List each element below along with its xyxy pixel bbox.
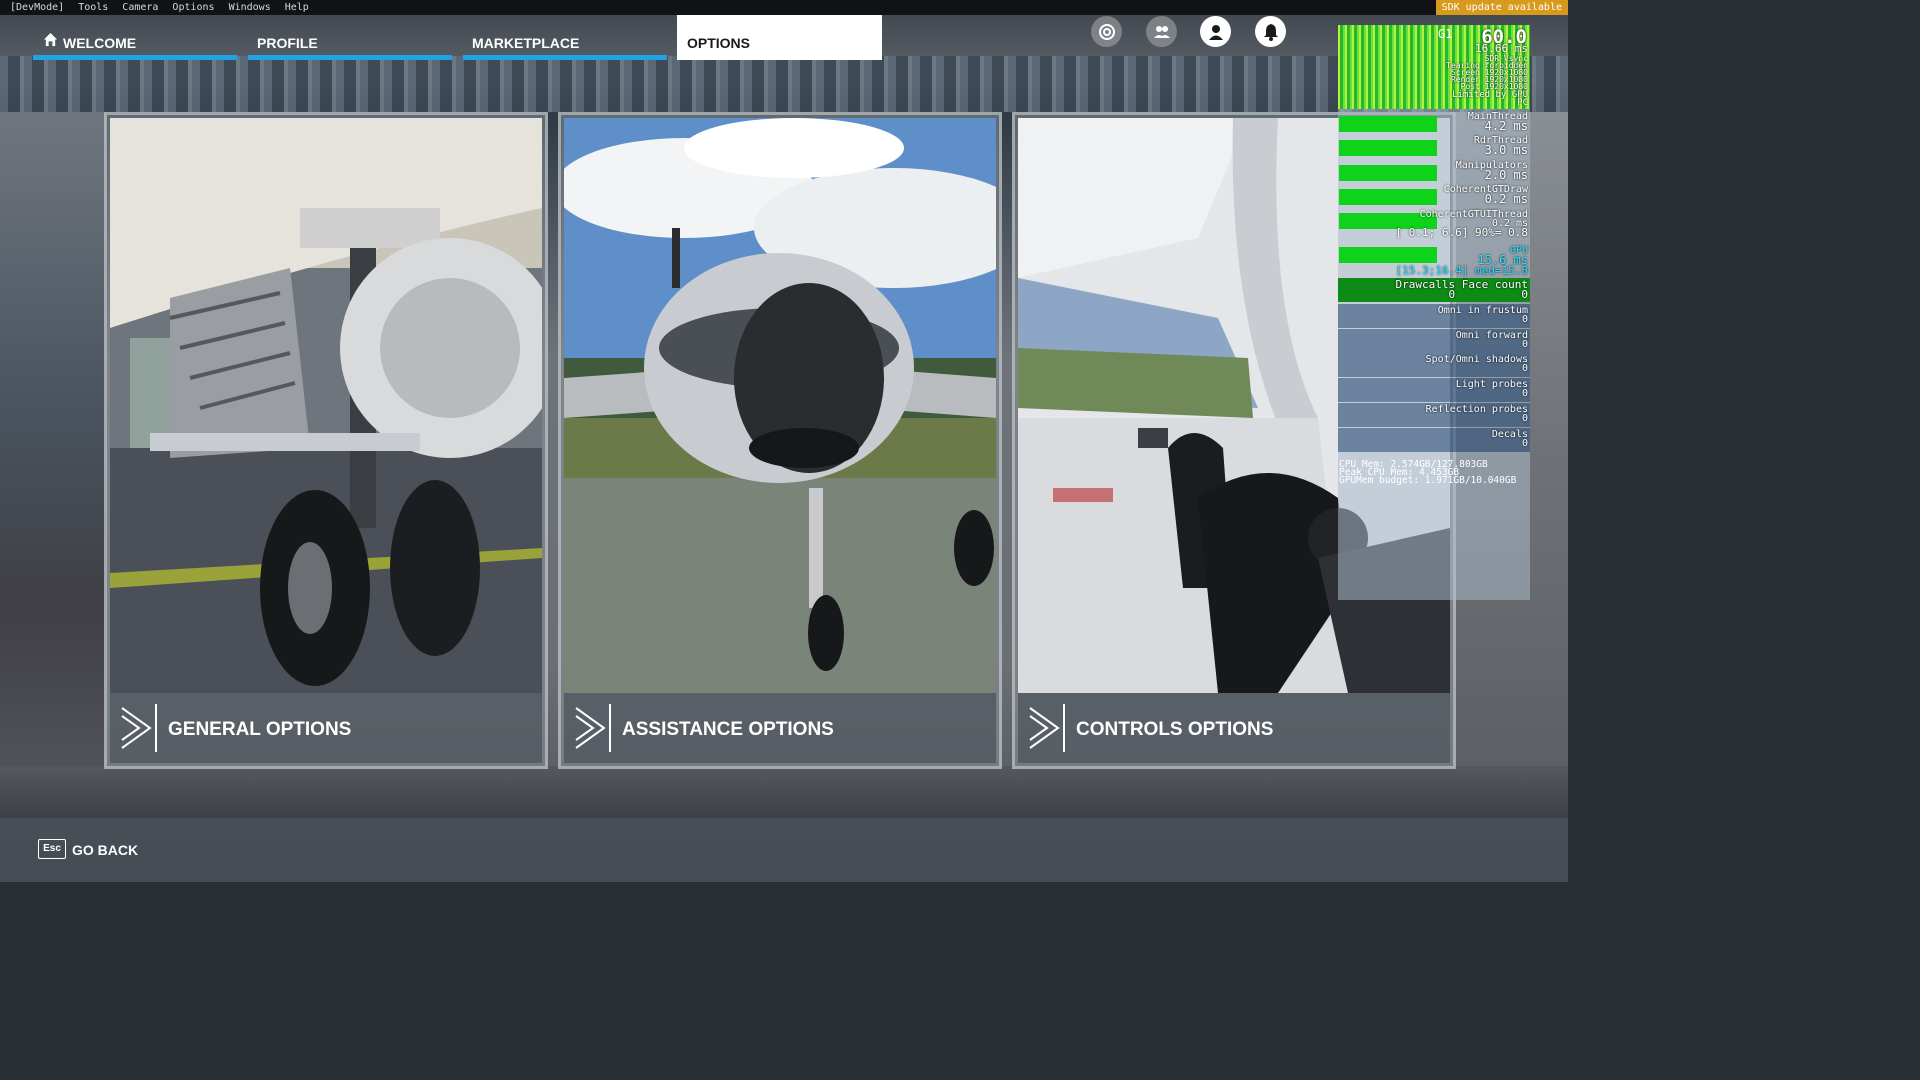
sdk-update-notice[interactable]: SDK update available <box>1435 0 1568 15</box>
tab-profile[interactable]: PROFILE <box>248 15 452 60</box>
perf-frame-ms: 16.66 ms <box>1475 42 1528 55</box>
activity-button[interactable] <box>1091 16 1122 47</box>
card-separator <box>155 704 157 752</box>
dev-menu-options[interactable]: Options <box>172 2 214 13</box>
counter-row: Reflection probes 0 <box>1425 404 1528 424</box>
gpu-range: [15.3;16.4] med=15.8 <box>1395 264 1528 277</box>
tab-welcome-underline <box>33 55 237 60</box>
counter-row: Light probes 0 <box>1455 379 1528 399</box>
chevron-right-icon <box>575 707 606 749</box>
dev-menu-camera[interactable]: Camera <box>122 2 158 13</box>
esc-key-hint: Esc <box>38 839 66 859</box>
home-icon <box>43 32 58 47</box>
thread-row: RdrThread 3.0 ms <box>1474 136 1528 157</box>
counter-label: Reflection probes <box>1425 404 1528 415</box>
options-screen: [DevMode] Tools Camera Options Windows H… <box>0 0 1568 882</box>
dev-menu-windows[interactable]: Windows <box>229 2 271 13</box>
counter-value: 0 <box>1521 413 1528 424</box>
counter-row: Omni forward 0 <box>1455 330 1528 350</box>
card-general-options-title: GENERAL OPTIONS <box>168 719 352 740</box>
tab-welcome[interactable]: WELCOME <box>33 15 237 60</box>
card-general-options[interactable]: GENERAL OPTIONS <box>104 112 548 769</box>
chevron-right-icon <box>1029 707 1060 749</box>
drawcalls-values: 0 0 <box>1448 288 1528 301</box>
counter-row: Decals 0 <box>1492 430 1528 449</box>
propeller-aircraft-image <box>564 118 996 693</box>
perf-gpu-label: G1 <box>1438 27 1453 41</box>
drawcalls-row: Drawcalls Face count 0 0 <box>1396 279 1528 301</box>
card-assistance-options[interactable]: ASSISTANCE OPTIONS <box>558 112 1002 769</box>
thread-value: 0.2 ms <box>1484 192 1528 206</box>
perf-line: Post 1920x1080 <box>1460 82 1528 91</box>
profile-button[interactable] <box>1200 16 1231 47</box>
tab-welcome-label: WELCOME <box>63 35 137 51</box>
card-separator <box>609 704 611 752</box>
thread-row: MainThread 4.2 ms <box>1468 112 1528 133</box>
card-separator <box>1063 704 1065 752</box>
thread-value: 2.0 ms <box>1484 168 1528 182</box>
bottom-bar: Esc GO BACK <box>0 818 1568 882</box>
ui-thread-range: [ 0.1; 6.6] 90%= 0.8 <box>1395 226 1528 239</box>
thread-row: CoherentGTUIThread 0.2 ms [ 0.1; 6.6] 90… <box>1395 210 1528 239</box>
tab-marketplace-underline <box>463 55 667 60</box>
gpu-row: GPU 15.6 ms [15.3;16.4] med=15.8 <box>1395 246 1528 277</box>
counter-label: Spot/Omni shadows <box>1425 354 1528 365</box>
thread-row: CoherentGTDraw 0.2 ms <box>1444 185 1528 206</box>
dev-menu-devmode[interactable]: [DevMode] <box>10 2 64 13</box>
thread-row: Manipulators 2.0 ms <box>1456 161 1528 182</box>
tab-options-label: OPTIONS <box>687 35 751 51</box>
card-assistance-options-footer: ASSISTANCE OPTIONS <box>564 693 996 763</box>
card-assistance-options-title: ASSISTANCE OPTIONS <box>622 719 834 740</box>
go-back-button[interactable]: GO BACK <box>72 842 138 858</box>
hangar-floor <box>0 766 1568 818</box>
thread-bar <box>1339 165 1437 181</box>
card-controls-options-footer: CONTROLS OPTIONS <box>1018 693 1450 763</box>
counter-label: Light probes <box>1455 379 1528 390</box>
counter-value: 0 <box>1521 314 1528 325</box>
tab-marketplace[interactable]: MARKETPLACE <box>463 15 667 60</box>
dev-menu-tools[interactable]: Tools <box>78 2 108 13</box>
dev-menu-help[interactable]: Help <box>285 2 309 13</box>
counter-label: Omni in frustum <box>1437 305 1528 316</box>
tab-options[interactable]: OPTIONS <box>677 15 882 60</box>
counter-label: Omni forward <box>1455 330 1528 341</box>
thread-bar <box>1339 140 1437 156</box>
thread-value: 3.0 ms <box>1484 143 1528 157</box>
performance-overlay: G1 60.0 16.66 ms SDR Vsync Tearing forbi… <box>1338 25 1530 600</box>
activity-icon <box>1098 23 1115 40</box>
counter-value: 0 <box>1521 363 1528 374</box>
dev-menu-bar: [DevMode] Tools Camera Options Windows H… <box>0 0 1568 15</box>
memory-line: GPUMem budget: 1.971GB/10.040GB <box>1339 475 1517 486</box>
memory-readout: CPU Mem: 2.574GB/127.803GB Peak CPU Mem:… <box>1339 460 1530 486</box>
card-controls-options-title: CONTROLS OPTIONS <box>1076 719 1274 740</box>
thread-bar <box>1339 189 1437 205</box>
thread-bar <box>1339 116 1437 132</box>
counter-row: Omni in frustum 0 <box>1437 305 1528 325</box>
counter-row: Spot/Omni shadows 0 <box>1425 354 1528 374</box>
perf-line: PC <box>1517 98 1528 108</box>
card-general-options-footer: GENERAL OPTIONS <box>110 693 542 763</box>
friends-button[interactable] <box>1146 16 1177 47</box>
chevron-right-icon <box>121 707 152 749</box>
tab-profile-label: PROFILE <box>257 35 318 51</box>
counter-value: 0 <box>1521 339 1528 350</box>
counter-value: 0 <box>1521 388 1528 399</box>
notifications-icon <box>1263 23 1278 41</box>
profile-icon <box>1208 24 1223 40</box>
tab-profile-underline <box>248 55 452 60</box>
thread-value: 4.2 ms <box>1484 119 1528 133</box>
hangar-left-side <box>0 112 106 812</box>
hangar-roof <box>0 56 1568 112</box>
counter-value: 0 <box>1521 438 1528 449</box>
perf-top-lines: SDR Vsync Tearing forbidden Screen 1920x… <box>1446 55 1528 91</box>
perf-limit: Limited by GPU PC <box>1452 91 1528 108</box>
tab-marketplace-label: MARKETPLACE <box>472 35 580 51</box>
notifications-button[interactable] <box>1255 16 1286 47</box>
friends-icon <box>1153 25 1170 38</box>
airliner-landing-gear-image <box>110 118 542 693</box>
